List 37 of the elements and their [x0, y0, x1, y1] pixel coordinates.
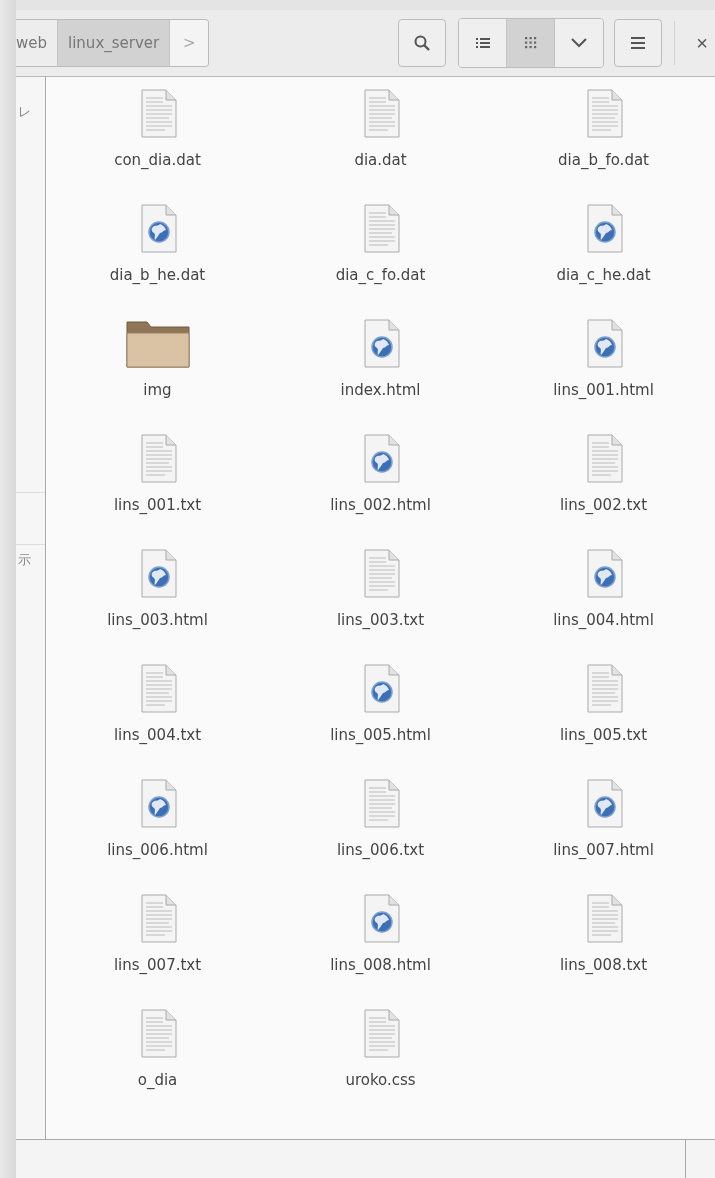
chevron-down-icon — [571, 38, 587, 48]
list-view-button[interactable] — [459, 19, 507, 67]
file-name[interactable]: lins_003.html — [107, 611, 208, 629]
file-name[interactable]: lins_007.html — [553, 841, 654, 859]
list-icon — [475, 37, 490, 49]
file-name[interactable]: lins_004.html — [553, 611, 654, 629]
file-name[interactable]: lins_002.html — [330, 496, 431, 514]
search-button[interactable] — [398, 19, 446, 67]
file-name[interactable]: lins_008.html — [330, 956, 431, 974]
folder-icon — [124, 319, 191, 369]
close-button[interactable]: × — [689, 31, 715, 55]
file-name[interactable]: dia_b_he.dat — [109, 266, 206, 284]
file-name[interactable]: lins_004.txt — [113, 726, 202, 744]
search-icon — [413, 34, 431, 52]
file-name[interactable]: con_dia.dat — [114, 151, 201, 169]
file-name[interactable]: lins_001.txt — [113, 496, 202, 514]
grid-icon — [524, 37, 537, 49]
menu-icon — [631, 37, 645, 49]
file-name[interactable]: lins_006.txt — [336, 841, 425, 859]
file-name[interactable]: img — [143, 381, 172, 399]
path-button[interactable]: web — [16, 20, 59, 66]
file-name[interactable]: index.html — [340, 381, 421, 399]
file-name[interactable]: lins_007.txt — [113, 956, 202, 974]
file-name[interactable]: dia_c_he.dat — [556, 266, 651, 284]
file-name[interactable]: lins_008.txt — [559, 956, 648, 974]
file-name[interactable]: o_dia — [137, 1071, 178, 1089]
file-name[interactable]: lins_002.txt — [559, 496, 648, 514]
file-name[interactable]: dia_b_fo.dat — [558, 151, 649, 169]
file-name[interactable]: lins_005.html — [330, 726, 431, 744]
file-name[interactable]: lins_003.txt — [336, 611, 425, 629]
file-name[interactable]: lins_005.txt — [559, 726, 648, 744]
file-name[interactable]: dia_c_fo.dat — [335, 266, 426, 284]
file-name[interactable]: dia.dat — [354, 151, 407, 169]
file-name[interactable]: uroko.css — [345, 1071, 416, 1089]
menu-button[interactable] — [614, 19, 662, 67]
file-name[interactable]: lins_006.html — [107, 841, 208, 859]
file-name[interactable]: lins_001.html — [553, 381, 654, 399]
